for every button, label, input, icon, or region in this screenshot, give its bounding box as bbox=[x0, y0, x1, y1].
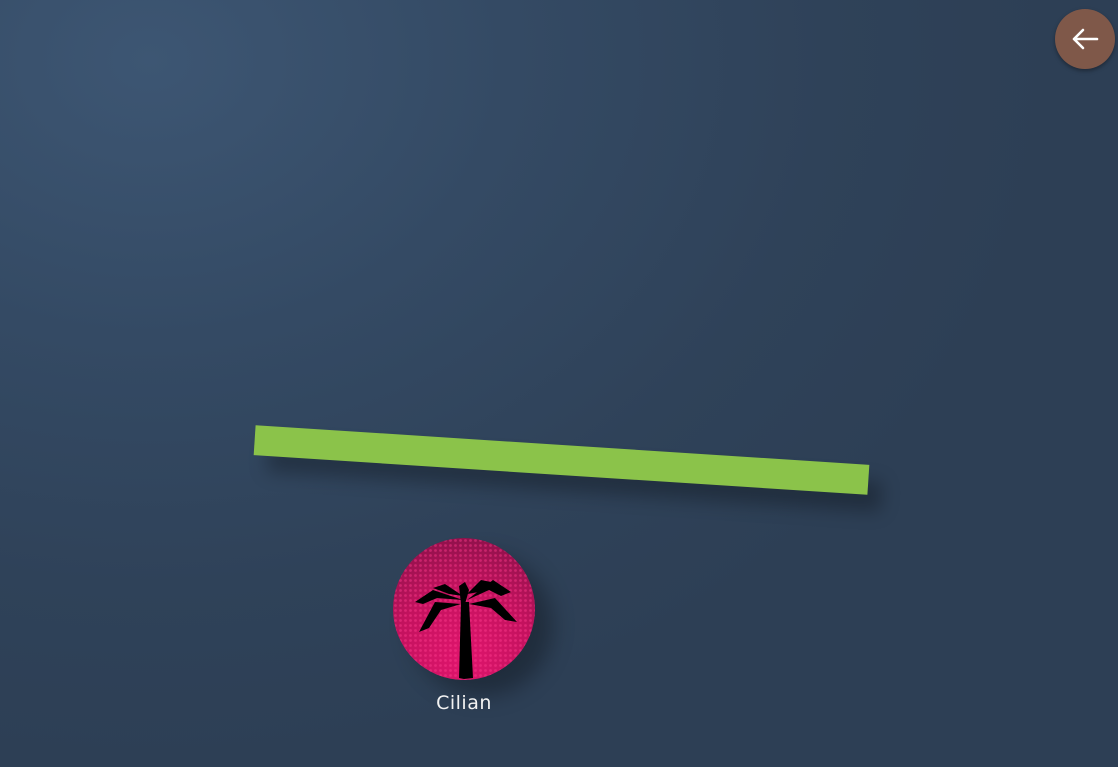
palm-tree-icon bbox=[393, 538, 535, 680]
green-bar bbox=[253, 425, 870, 495]
arrow-left-icon bbox=[1072, 28, 1099, 50]
player-avatar[interactable] bbox=[393, 538, 535, 680]
player-name: Cilian bbox=[436, 692, 492, 714]
back-button[interactable] bbox=[1055, 9, 1115, 69]
